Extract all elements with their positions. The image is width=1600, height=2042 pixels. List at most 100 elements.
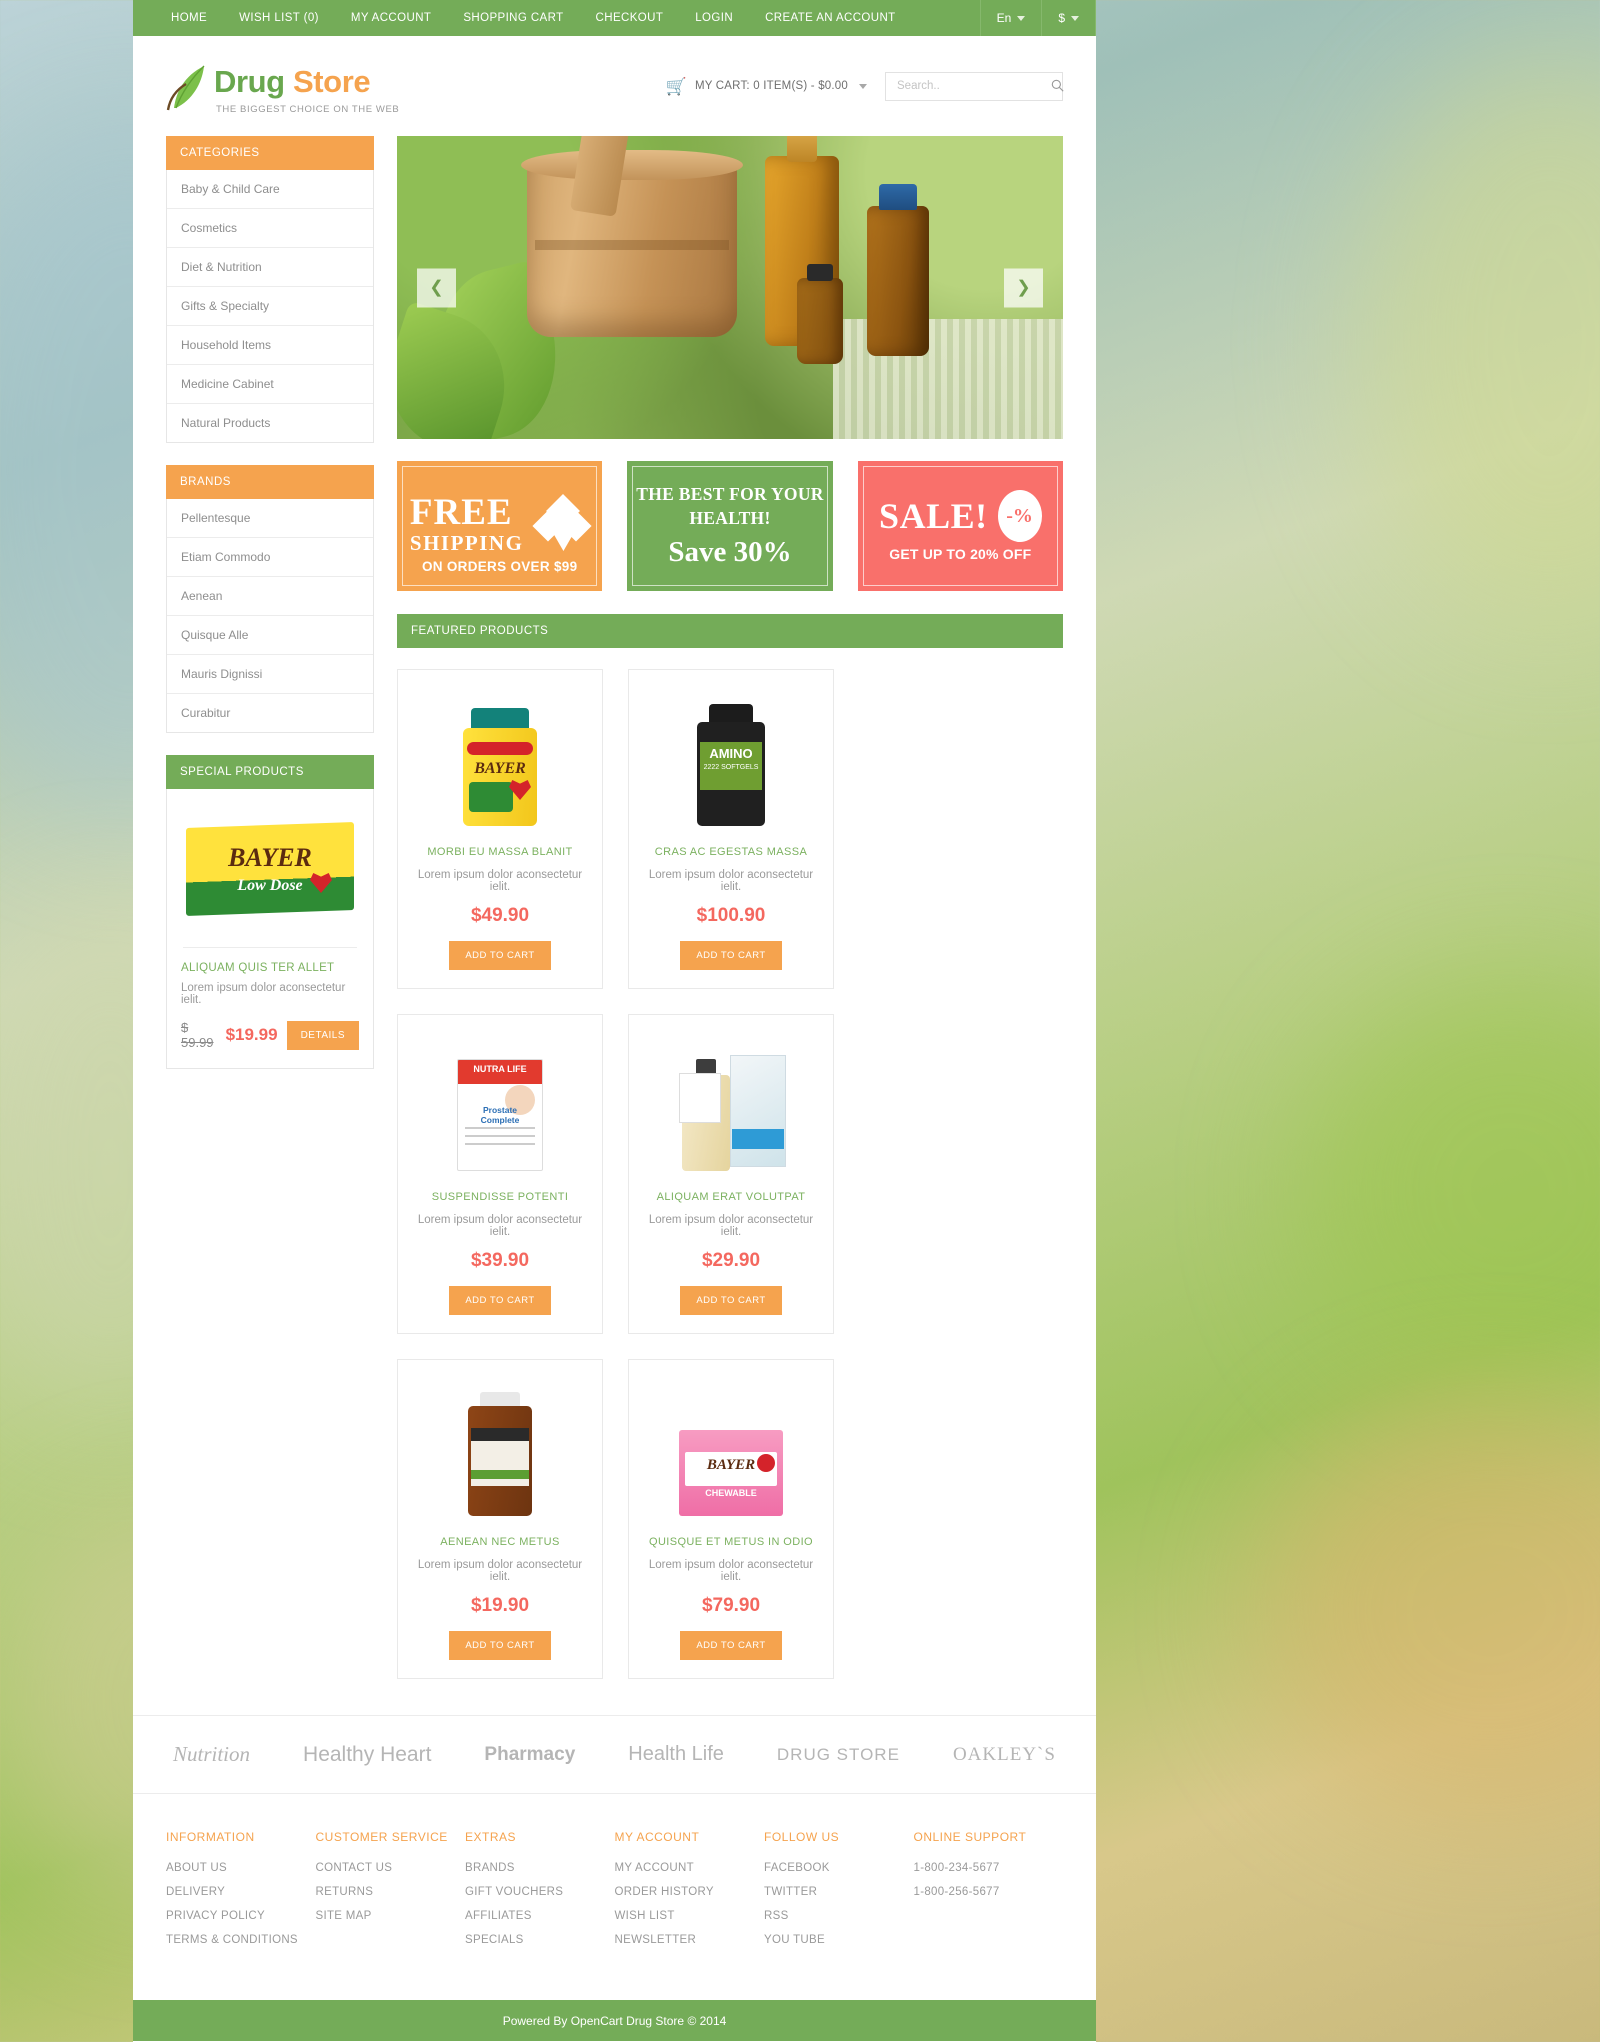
slider-prev-button[interactable]: ❮ — [417, 268, 456, 307]
currency-selector[interactable]: $ — [1041, 0, 1096, 36]
search-box[interactable] — [885, 71, 1064, 101]
partner-logo[interactable]: Healthy Heart — [303, 1743, 431, 1767]
product-image[interactable]: BAYER — [408, 684, 592, 832]
top-nav-link-2[interactable]: MY ACCOUNT — [335, 0, 447, 36]
brand-item[interactable]: Pellentesque — [167, 499, 373, 538]
product-name[interactable]: ALIQUAM ERAT VOLUTPAT — [639, 1191, 823, 1203]
bayer-low-dose-art: BAYER Low Dose — [186, 822, 354, 916]
add-to-cart-button[interactable]: ADD TO CART — [449, 941, 551, 970]
promo-best-health[interactable]: THE BEST FOR YOUR HEALTH! Save 30% — [627, 461, 833, 591]
chevron-down-icon — [1071, 15, 1079, 21]
logo-word-secondary: Store — [292, 63, 371, 99]
footer-link[interactable]: DELIVERY — [166, 1886, 316, 1898]
site-header: Drug Store THE BIGGEST CHOICE ON THE WEB… — [133, 36, 1096, 136]
divider — [183, 947, 357, 948]
add-to-cart-button[interactable]: ADD TO CART — [680, 1631, 782, 1660]
product-image[interactable]: BAYER CHEWABLE — [639, 1374, 823, 1522]
promo-save-label: Save 30% — [668, 536, 792, 569]
footer-link[interactable]: GIFT VOUCHERS — [465, 1886, 615, 1898]
product-image[interactable]: AMINO 2222 SOFTGELS — [639, 684, 823, 832]
footer-link[interactable]: ABOUT US — [166, 1862, 316, 1874]
footer-link[interactable]: YOU TUBE — [764, 1934, 914, 1946]
top-nav-link-3[interactable]: SHOPPING CART — [447, 0, 579, 36]
top-nav-link-5[interactable]: LOGIN — [679, 0, 749, 36]
top-nav-link-1[interactable]: WISH LIST (0) — [223, 0, 335, 36]
category-item[interactable]: Baby & Child Care — [167, 170, 373, 209]
product-card: ALIQUAM ERAT VOLUTPAT Lorem ipsum dolor a… — [628, 1014, 834, 1334]
partner-logo[interactable]: OAKLEY`S — [953, 1744, 1056, 1766]
top-nav-link-0[interactable]: HOME — [155, 0, 223, 36]
footer-link[interactable]: MY ACCOUNT — [615, 1862, 765, 1874]
category-item[interactable]: Household Items — [167, 326, 373, 365]
footer-link[interactable]: RETURNS — [316, 1886, 466, 1898]
footer-link: 1-800-256-5677 — [913, 1886, 1000, 1898]
footer-link[interactable]: TERMS & CONDITIONS — [166, 1934, 316, 1946]
special-product-image[interactable]: BAYER Low Dose — [181, 805, 359, 933]
footer-link-list: MY ACCOUNT ORDER HISTORY WISH LIST NEWSLETT… — [615, 1862, 765, 1946]
footer-link[interactable]: FACEBOOK — [764, 1862, 914, 1874]
footer-link[interactable]: NEWSLETTER — [615, 1934, 765, 1946]
language-selector[interactable]: En — [979, 0, 1042, 36]
details-button[interactable]: DETAILS — [286, 1020, 359, 1050]
footer-link[interactable]: SITE MAP — [316, 1910, 466, 1922]
brand-item[interactable]: Quisque Alle — [167, 616, 373, 655]
top-nav-link-4[interactable]: CHECKOUT — [580, 0, 680, 36]
sidebar: CATEGORIES Baby & Child Care Cosmetics Die… — [166, 136, 374, 1091]
category-item[interactable]: Diet & Nutrition — [167, 248, 373, 287]
product-name[interactable]: CRAS AC EGESTAS MASSA — [639, 846, 823, 858]
add-to-cart-button[interactable]: ADD TO CART — [449, 1631, 551, 1660]
product-image[interactable] — [408, 1374, 592, 1522]
product-image[interactable] — [639, 1029, 823, 1177]
brand-item[interactable]: Curabitur — [167, 694, 373, 732]
page-container: HOME WISH LIST (0) MY ACCOUNT SHOPPING CART… — [133, 0, 1096, 2042]
product-name[interactable]: AENEAN NEC METUS — [408, 1536, 592, 1548]
slider-next-button[interactable]: ❯ — [1004, 268, 1043, 307]
search-input[interactable] — [897, 80, 1051, 92]
partner-logo[interactable]: Nutrition — [173, 1742, 250, 1767]
footer-column-title: ONLINE SUPPORT — [913, 1830, 1027, 1844]
promo-orders-label: ON ORDERS OVER $99 — [421, 559, 578, 574]
footer-link[interactable]: PRIVACY POLICY — [166, 1910, 316, 1922]
site-footer: INFORMATION ABOUT US DELIVERY PRIVACY POLIC… — [133, 1793, 1096, 2000]
add-to-cart-button[interactable]: ADD TO CART — [680, 1286, 782, 1315]
product-card: BAYER MORBI EU MASSA BLANIT Lorem ipsum do… — [397, 669, 603, 989]
product-name[interactable]: QUISQUE ET METUS IN ODIO — [639, 1536, 823, 1548]
hero-slider[interactable]: ❮ ❯ — [397, 136, 1063, 439]
footer-link[interactable]: CONTACT US — [316, 1862, 466, 1874]
brand-item[interactable]: Etiam Commodo — [167, 538, 373, 577]
partner-logo[interactable]: DRUG STORE — [777, 1745, 900, 1765]
partner-logo[interactable]: Health Life — [628, 1743, 724, 1766]
category-item[interactable]: Medicine Cabinet — [167, 365, 373, 404]
category-item[interactable]: Gifts & Specialty — [167, 287, 373, 326]
promo-shipping-label: SHIPPING — [409, 530, 524, 555]
product-card: BAYER CHEWABLE QUISQUE ET METUS IN ODIO Lor… — [628, 1359, 834, 1679]
open-box-icon — [532, 494, 592, 553]
search-button[interactable] — [1051, 79, 1064, 94]
product-image[interactable]: NUTRA LIFE Prostate Complete — [408, 1029, 592, 1177]
brand-item[interactable]: Aenean — [167, 577, 373, 616]
footer-link[interactable]: TWITTER — [764, 1886, 914, 1898]
partner-logo[interactable]: Pharmacy — [484, 1744, 575, 1766]
add-to-cart-button[interactable]: ADD TO CART — [680, 941, 782, 970]
promo-sale[interactable]: SALE! -% GET UP TO 20% OFF — [857, 461, 1063, 591]
logo-word-primary: Drug — [214, 63, 285, 99]
footer-link[interactable]: BRANDS — [465, 1862, 615, 1874]
logo[interactable]: Drug Store THE BIGGEST CHOICE ON THE WEB — [166, 58, 399, 115]
footer-link[interactable]: SPECIALS — [465, 1934, 615, 1946]
footer-link[interactable]: AFFILIATES — [465, 1910, 615, 1922]
brand-item[interactable]: Mauris Dignissi — [167, 655, 373, 694]
promo-free-shipping[interactable]: FREE SHIPPING ON ORDERS OVER $99 — [397, 461, 603, 591]
product-price: $29.90 — [701, 1250, 761, 1271]
footer-link[interactable]: WISH LIST — [615, 1910, 765, 1922]
product-name[interactable]: MORBI EU MASSA BLANIT — [408, 846, 592, 858]
category-item[interactable]: Natural Products — [167, 404, 373, 442]
product-name[interactable]: SUSPENDISSE POTENTI — [408, 1191, 592, 1203]
footer-link[interactable]: ORDER HISTORY — [615, 1886, 765, 1898]
top-nav-link-6[interactable]: CREATE AN ACCOUNT — [749, 0, 912, 36]
add-to-cart-button[interactable]: ADD TO CART — [449, 1286, 551, 1315]
special-product-name[interactable]: ALIQUAM QUIS TER ALLET — [181, 962, 359, 974]
copyright-text: Powered By OpenCart Drug Store © 2014 — [502, 2013, 727, 2028]
cart-button[interactable]: 🛒 MY CART: 0 ITEM(S) - $0.00 — [666, 78, 867, 95]
category-item[interactable]: Cosmetics — [167, 209, 373, 248]
footer-link[interactable]: RSS — [764, 1910, 914, 1922]
